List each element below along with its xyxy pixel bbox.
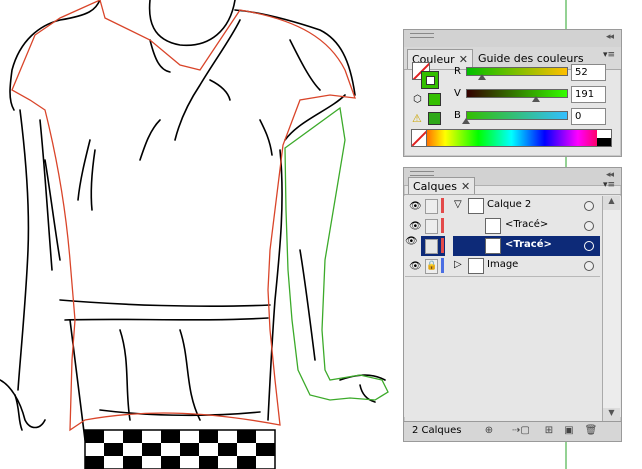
slider-label-b: B <box>454 110 461 121</box>
layer-count: 2 Calques <box>412 425 462 436</box>
layer-thumbnail <box>485 238 501 254</box>
locate-object-icon[interactable]: ⊕ <box>482 425 496 437</box>
layers-panel: ◂◂ Calques ✕ ▾≡ 👁 ▽ Calque 2 👁 <Tracé> 👁… <box>403 167 622 442</box>
layer-list: 👁 ▽ Calque 2 👁 <Tracé> 👁 <Tracé> 👁 🔒 ▷ I… <box>404 196 621 417</box>
collapse-icon[interactable]: ◂◂ <box>606 32 614 42</box>
color-spectrum-bar[interactable] <box>411 129 612 147</box>
none-swatch[interactable] <box>412 130 427 146</box>
layer-name[interactable]: <Tracé> <box>505 239 552 250</box>
layer-row-selected[interactable]: 👁 <Tracé> <box>405 236 600 257</box>
trash-icon[interactable]: 🗑 <box>584 425 598 437</box>
layer-color-bar <box>441 258 444 273</box>
checkerboard-pattern <box>84 429 276 469</box>
close-icon[interactable]: ✕ <box>461 180 470 193</box>
color-panel: ◂◂ Couleur ✕ Guide des couleurs ▾≡ ⬡ ⚠ R … <box>403 29 622 157</box>
layer-color-bar <box>441 198 444 213</box>
color-panel-titlebar[interactable]: ◂◂ <box>404 30 621 48</box>
new-layer-icon[interactable]: ▣ <box>562 425 576 437</box>
value-field-r[interactable]: 52 <box>571 64 606 81</box>
target-circle-icon[interactable] <box>584 261 594 271</box>
layers-footer: 2 Calques ⊕ ⇢▢ ⊞ ▣ 🗑 <box>404 421 621 441</box>
black-white-swatch[interactable] <box>597 130 611 146</box>
layer-name[interactable]: <Tracé> <box>505 219 548 230</box>
layer-color-bar <box>441 218 444 233</box>
layer-thumbnail <box>485 218 501 234</box>
grip-icon[interactable] <box>410 171 434 176</box>
panel-menu-icon[interactable]: ▾≡ <box>603 180 615 190</box>
make-clipping-mask-icon[interactable]: ⇢▢ <box>512 425 530 437</box>
lock-toggle[interactable] <box>425 239 438 254</box>
scroll-up-arrow-icon[interactable]: ▲ <box>603 196 620 210</box>
scroll-down-arrow-icon[interactable]: ▼ <box>603 408 620 422</box>
target-circle-icon[interactable] <box>584 241 594 251</box>
tab-calques[interactable]: Calques ✕ <box>408 177 476 195</box>
layers-scrollbar[interactable]: ▲ ▼ <box>602 196 620 422</box>
layer-row[interactable]: 👁 ▽ Calque 2 <box>405 196 600 217</box>
slider-label-r: R <box>454 66 461 77</box>
slider-track-b[interactable] <box>466 111 568 120</box>
eye-icon[interactable]: 👁 <box>409 261 422 272</box>
layer-color-bar <box>441 238 444 253</box>
slider-thumb-v[interactable] <box>532 96 540 102</box>
target-circle-icon[interactable] <box>584 221 594 231</box>
eye-icon[interactable]: 👁 <box>409 221 422 232</box>
eye-icon[interactable]: 👁 <box>405 236 421 256</box>
tab-calques-label: Calques <box>413 180 457 193</box>
slider-thumb-b[interactable] <box>462 118 470 124</box>
slider-label-v: V <box>454 88 461 99</box>
disclosure-triangle-icon[interactable]: ▷ <box>454 259 462 270</box>
value-field-v[interactable]: 191 <box>571 86 606 103</box>
target-circle-icon[interactable] <box>584 201 594 211</box>
panel-menu-icon[interactable]: ▾≡ <box>603 50 615 60</box>
disclosure-triangle-icon[interactable]: ▽ <box>454 199 462 210</box>
lock-toggle[interactable] <box>425 199 438 214</box>
layer-thumbnail <box>468 258 484 274</box>
layer-name[interactable]: Image <box>487 259 518 270</box>
lock-icon[interactable]: 🔒 <box>425 259 438 274</box>
layer-thumbnail <box>468 198 484 214</box>
layer-row[interactable]: 👁 🔒 ▷ Image <box>405 256 600 277</box>
layer-row[interactable]: 👁 <Tracé> <box>405 216 600 237</box>
eye-icon[interactable]: 👁 <box>409 201 422 212</box>
lock-toggle[interactable] <box>425 219 438 234</box>
value-field-b[interactable]: 0 <box>571 108 606 125</box>
grip-icon[interactable] <box>410 33 434 38</box>
new-sublayer-icon[interactable]: ⊞ <box>542 425 556 437</box>
layer-name[interactable]: Calque 2 <box>487 199 531 210</box>
slider-row-r: R 52 <box>404 64 621 84</box>
slider-track-v[interactable] <box>466 89 568 98</box>
slider-row-v: V 191 <box>404 86 621 106</box>
slider-row-b: B 0 <box>404 108 621 128</box>
slider-thumb-r[interactable] <box>478 74 486 80</box>
